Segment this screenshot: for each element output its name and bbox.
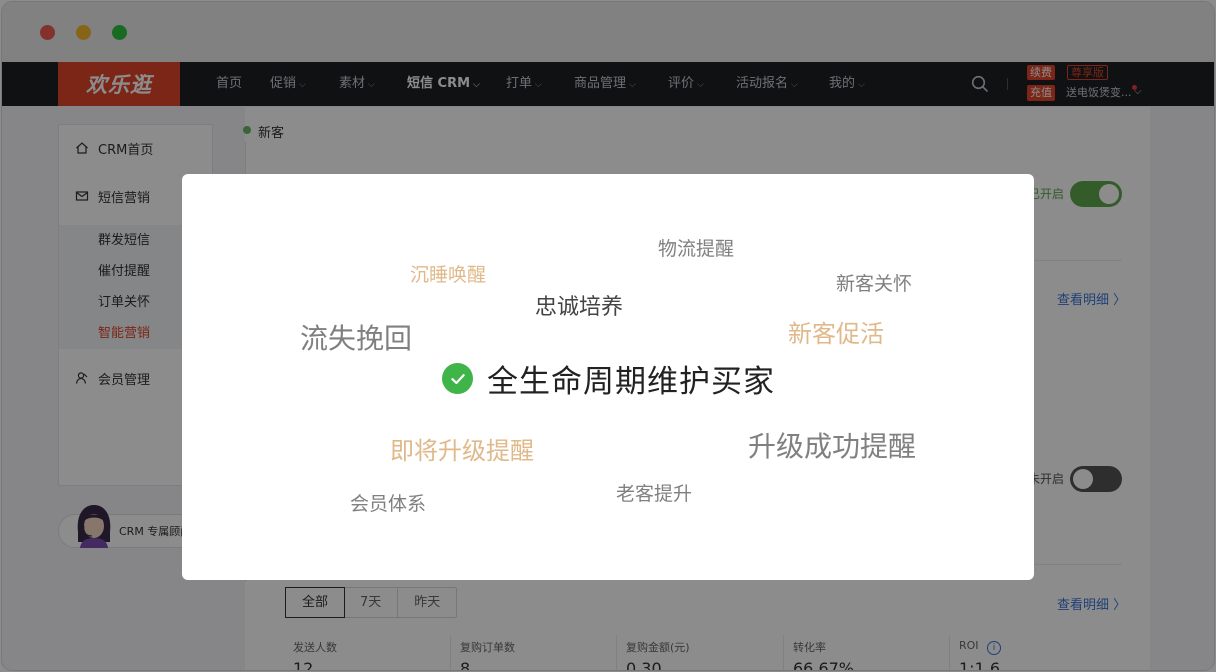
- keyword-churn-recovery: 流失挽回: [300, 322, 413, 355]
- keyword-upgrade-success-reminder: 升级成功提醒: [748, 430, 917, 463]
- lifecycle-modal: 物流提醒 沉睡唤醒 新客关怀 忠诚培养 新客促活 流失挽回 全生命周期维护买家 …: [182, 174, 1034, 580]
- keyword-membership-system: 会员体系: [350, 493, 427, 515]
- keyword-new-customer-activation: 新客促活: [788, 320, 884, 348]
- headline-text: 全生命周期维护买家: [487, 364, 775, 400]
- keyword-loyalty-building: 忠诚培养: [535, 295, 624, 320]
- keyword-dormant-wakeup: 沉睡唤醒: [410, 264, 487, 286]
- keyword-new-customer-care: 新客关怀: [836, 273, 913, 295]
- keyword-old-customer-boost: 老客提升: [616, 483, 693, 505]
- check-circle-icon: [442, 363, 473, 394]
- keyword-upgrade-soon-reminder: 即将升级提醒: [390, 437, 534, 465]
- headline: 全生命周期维护买家: [442, 356, 775, 401]
- keyword-logistics-reminder: 物流提醒: [658, 238, 735, 260]
